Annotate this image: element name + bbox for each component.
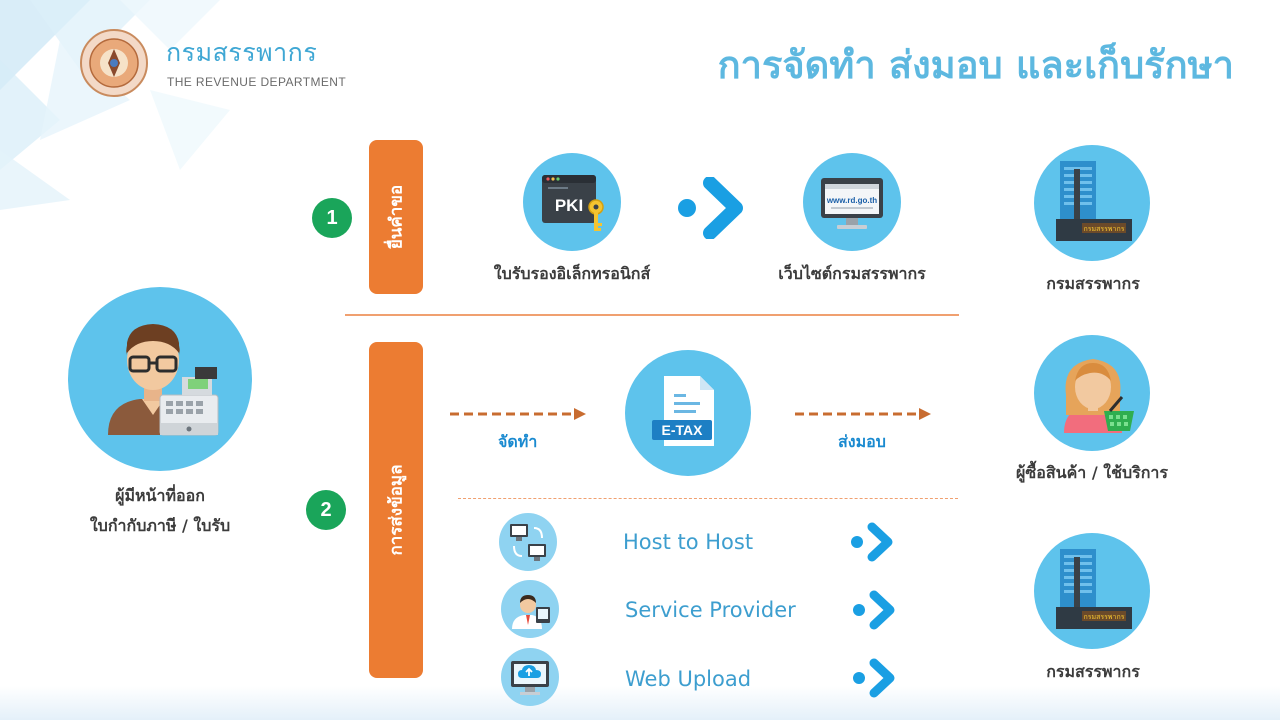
recipient-2-label: ผู้ซื้อสินค้า / ใช้บริการ <box>1016 463 1168 482</box>
deliver-label: ส่งมอบ <box>838 432 886 451</box>
channel-service-provider: Service Provider <box>625 598 796 622</box>
certificate-label: ใบรับรองอิเล็กทรอนิกส์ <box>493 264 651 283</box>
website-monitor-icon: www.rd.go.th <box>821 178 883 229</box>
recipient-1-label: กรมสรรพากร <box>1046 274 1140 293</box>
revenue-building-icon: กรมสรรพากร <box>1056 161 1132 241</box>
forward-arrow-icon <box>678 177 743 239</box>
building-sign-text: กรมสรรพากร <box>1084 613 1125 621</box>
brand-name-english: THE REVENUE DEPARTMENT <box>167 75 347 89</box>
computers-exchange-icon <box>510 524 546 561</box>
service-provider-arrow-icon <box>853 590 895 630</box>
channel-host-to-host: Host to Host <box>623 530 754 554</box>
make-label: จัดทำ <box>498 432 538 451</box>
service-provider-icon <box>512 595 550 629</box>
step-1-bar-label: ยื่นคำขอ <box>386 184 407 250</box>
cashier-person-icon <box>108 324 219 436</box>
building-sign-text: กรมสรรพากร <box>1084 225 1125 233</box>
make-dashed-arrow-icon <box>450 408 586 420</box>
etax-text: E-TAX <box>662 422 704 438</box>
pki-text: PKI <box>555 196 583 215</box>
issuer-label-line2: ใบกำกับภาษี / ใบรับ <box>89 516 231 535</box>
step-1-badge: 1 <box>312 198 352 238</box>
website-label: เว็บไซต์กรมสรรพากร <box>778 264 926 283</box>
recipient-3-label: กรมสรรพากร <box>1046 662 1140 681</box>
revenue-building-icon: กรมสรรพากร <box>1056 549 1132 629</box>
cloud-upload-icon <box>511 661 549 695</box>
step-2-bar: การส่งข้อมูล <box>369 342 423 678</box>
step-2-bar-label: การส่งข้อมูล <box>386 464 407 556</box>
host-to-host-arrow-icon <box>851 522 893 562</box>
page-title: การจัดทำ ส่งมอบ และเก็บรักษา <box>717 42 1234 87</box>
revenue-department-seal-icon <box>80 29 148 97</box>
step-1-bar: ยื่นคำขอ <box>369 140 423 294</box>
etax-document-icon: E-TAX <box>652 376 714 446</box>
website-url: www.rd.go.th <box>826 196 877 205</box>
deliver-dashed-arrow-icon <box>795 408 931 420</box>
pki-certificate-icon: PKI <box>542 175 604 231</box>
issuer-label-line1: ผู้มีหน้าที่ออก <box>115 486 205 505</box>
channel-web-upload: Web Upload <box>625 667 752 691</box>
channel-divider <box>458 498 958 499</box>
bottom-band <box>0 686 1280 720</box>
section-divider <box>345 314 959 316</box>
buyer-woman-icon <box>1064 359 1134 433</box>
step-2-badge: 2 <box>306 490 346 530</box>
web-upload-arrow-icon <box>853 658 895 698</box>
brand-name-thai: กรมสรรพากร <box>166 38 318 67</box>
